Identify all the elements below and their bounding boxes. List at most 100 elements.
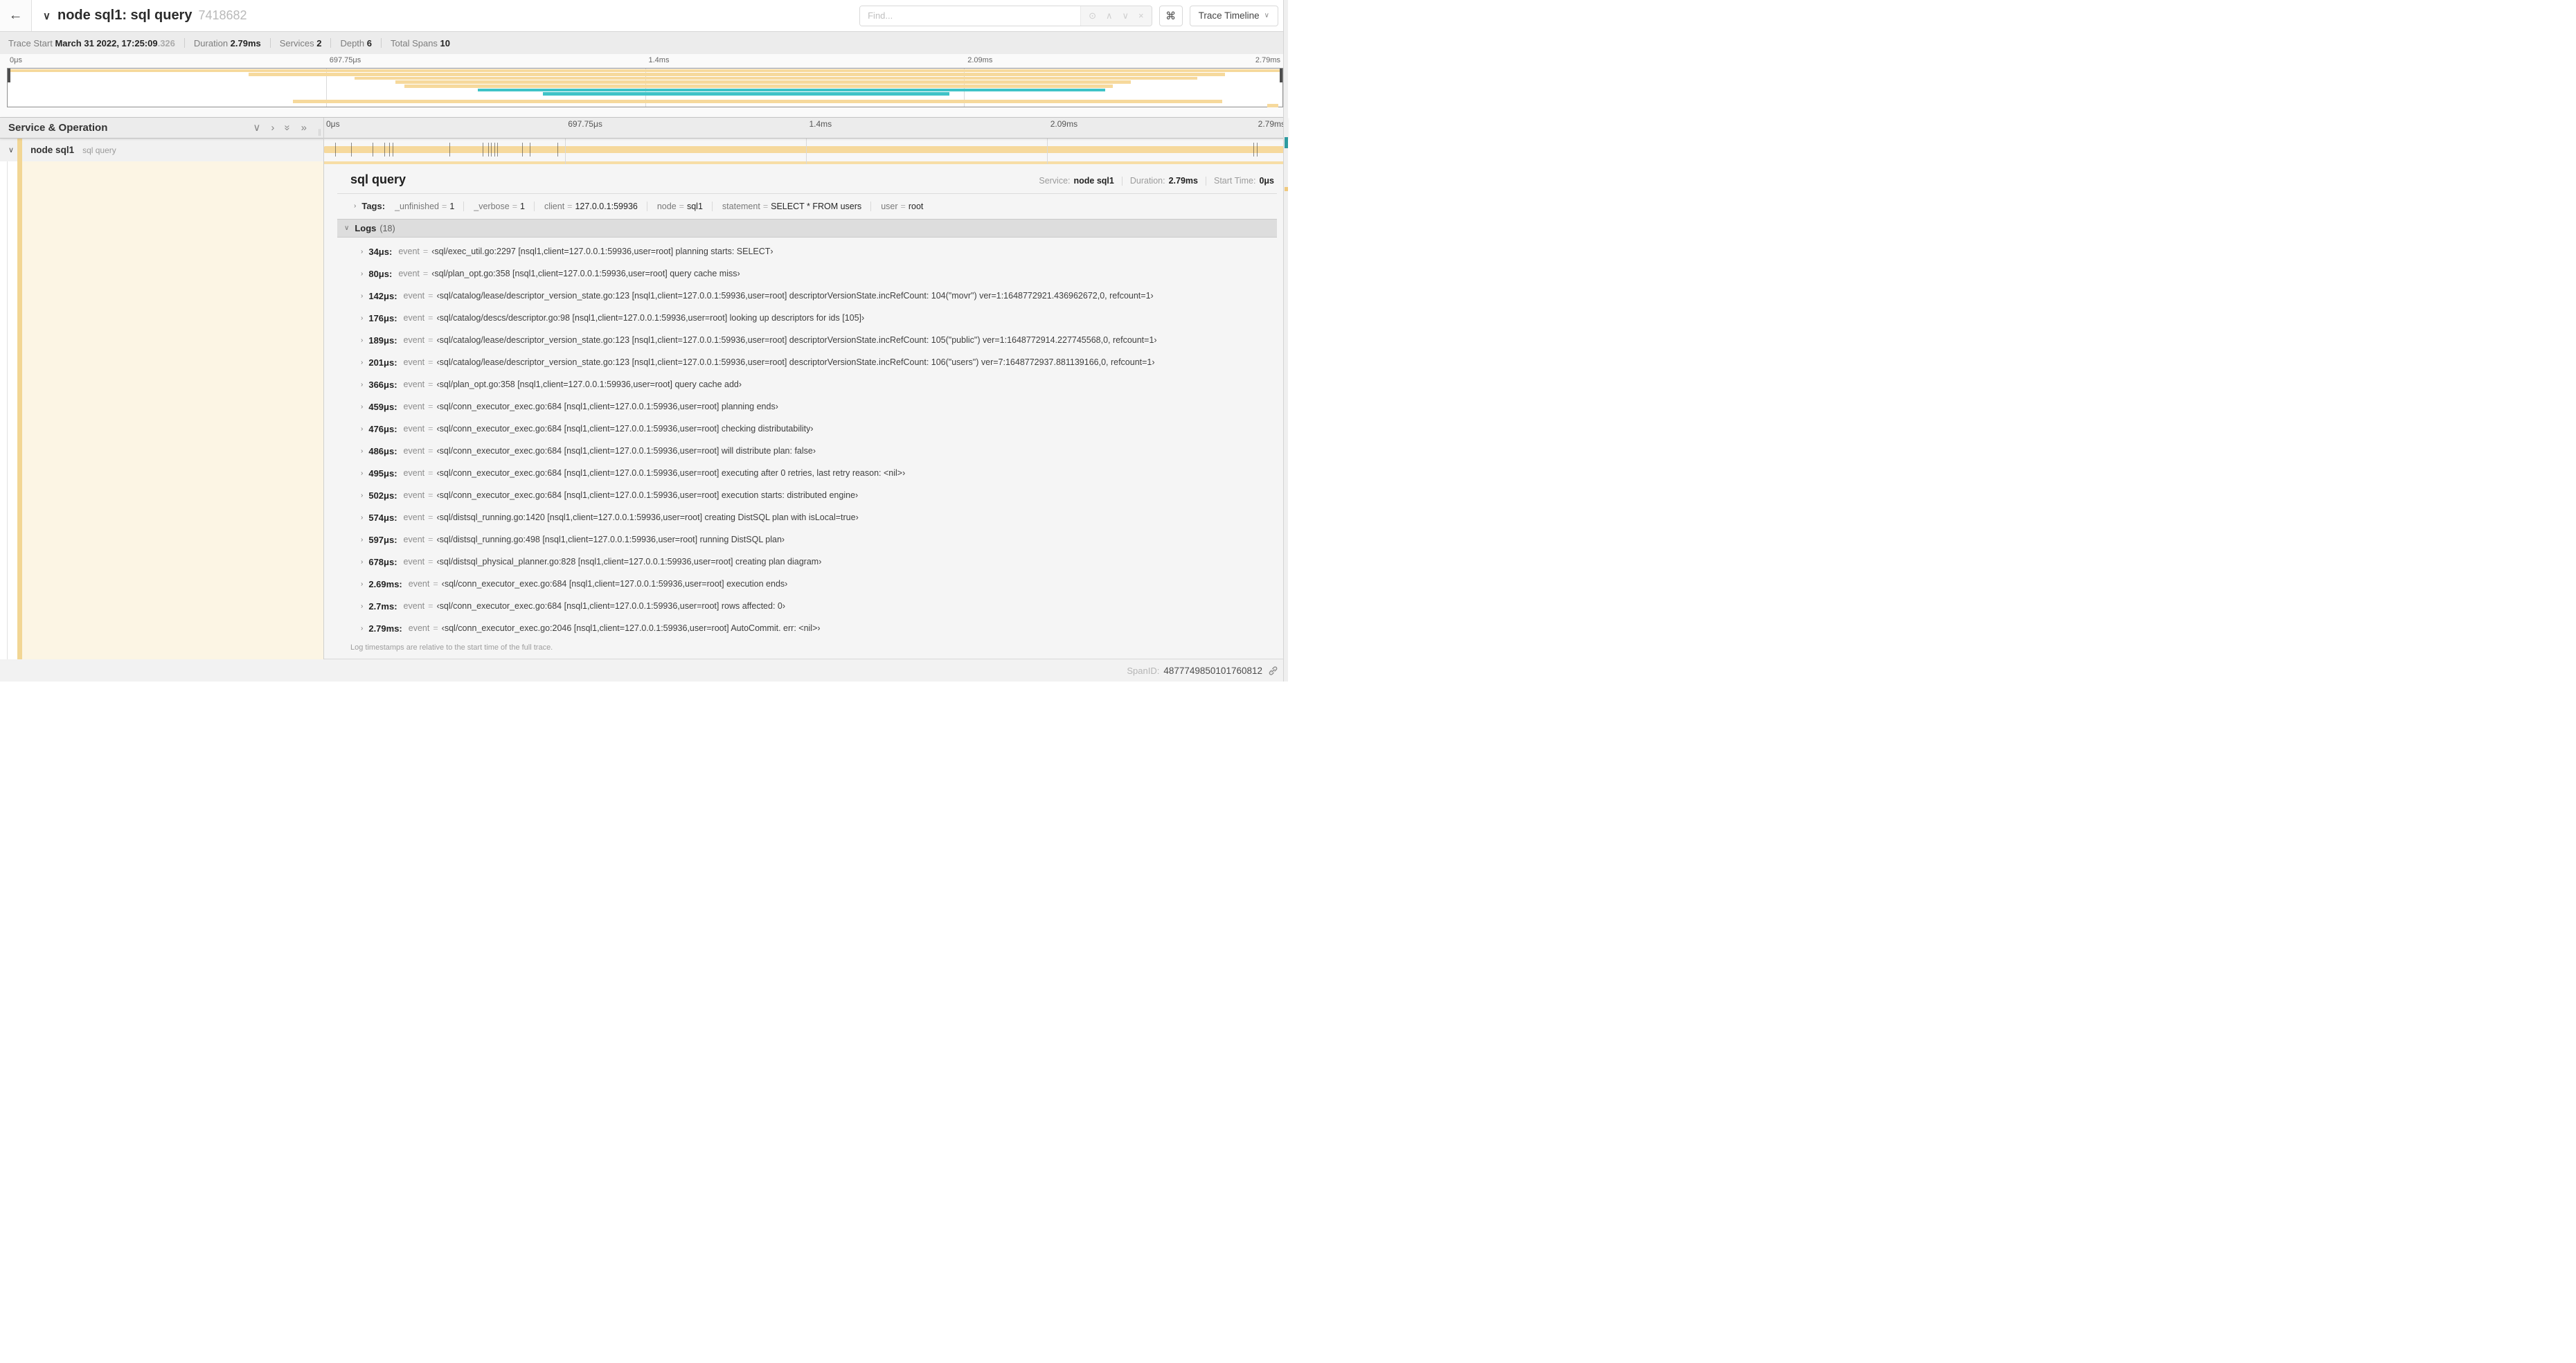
log-row[interactable]: › 80μs: event = ‹sql/plan_opt.go:358 [nsql1,… <box>337 262 1277 285</box>
chevron-right-icon: › <box>361 447 364 455</box>
log-timestamp: 366μs: <box>368 379 397 390</box>
trace-title: node sql1: sql query <box>57 8 193 23</box>
logs-count: (18) <box>379 223 395 233</box>
minimap-span <box>1267 104 1279 107</box>
keyboard-shortcuts-button[interactable]: ⌘ <box>1159 5 1183 26</box>
log-field-value: ‹sql/conn_executor_exec.go:684 [nsql1,cl… <box>436 402 778 411</box>
detail-meta-value: node sql1 <box>1073 176 1114 186</box>
span-bar-track[interactable] <box>323 139 1288 161</box>
chevron-right-icon: › <box>361 247 364 256</box>
trace-collapse-icon[interactable]: ∨ <box>43 10 51 22</box>
equals-sign: = <box>433 579 438 589</box>
span-detail-overview: Service: node sql1 Duration: 2.79ms Start Ti… <box>1039 176 1277 186</box>
equals-sign: = <box>428 291 433 301</box>
log-row[interactable]: › 502μs: event = ‹sql/conn_executor_exec.go:… <box>337 484 1277 506</box>
scrollbar[interactable] <box>1283 0 1288 682</box>
log-row[interactable]: › 476μs: event = ‹sql/conn_executor_exec.go:… <box>337 418 1277 440</box>
chevron-right-icon: › <box>361 558 364 566</box>
log-timestamp: 189μs: <box>368 335 397 346</box>
log-field-key: event <box>403 601 425 611</box>
log-row[interactable]: › 201μs: event = ‹sql/catalog/lease/descript… <box>337 351 1277 373</box>
log-timestamp: 486μs: <box>368 445 397 456</box>
divider <box>330 38 332 48</box>
span-name-cell[interactable]: ∨ node sql1 sql query <box>0 139 323 161</box>
find-group: ⊙∧∨× <box>859 5 1152 26</box>
viewrange-scrubber-left[interactable] <box>8 69 10 82</box>
chevron-down-icon: ∨ <box>344 224 350 232</box>
minimap-span <box>354 76 1197 80</box>
tag-item: _verbose = 1 <box>463 201 525 211</box>
expand-one-icon[interactable]: ∨ <box>253 123 260 133</box>
log-row[interactable]: › 486μs: event = ‹sql/conn_executor_exec.go:… <box>337 440 1277 462</box>
detail-left-fill <box>22 161 323 659</box>
log-row[interactable]: › 495μs: event = ‹sql/conn_executor_exec.go:… <box>337 462 1277 484</box>
log-marker-tick <box>1253 143 1254 157</box>
expand-all-icon[interactable]: » <box>282 125 294 130</box>
log-row[interactable]: › 142μs: event = ‹sql/catalog/lease/descript… <box>337 285 1277 307</box>
log-field-key: event <box>403 313 425 323</box>
log-field-key: event <box>408 579 430 589</box>
log-timestamp: 597μs: <box>368 534 397 545</box>
tags-accordion[interactable]: › Tags: _unfinished = 1 _verbose = 1 client = 12… <box>337 194 1277 217</box>
detail-meta-value: 2.79ms <box>1168 176 1198 186</box>
log-field-key: event <box>398 269 420 278</box>
log-row[interactable]: › 366μs: event = ‹sql/plan_opt.go:358 [nsql1… <box>337 373 1277 395</box>
spanid-label: SpanID: <box>1127 665 1160 676</box>
log-marker-tick <box>351 143 352 157</box>
log-field-key: event <box>403 357 425 367</box>
chevron-right-icon: › <box>361 336 364 344</box>
link-icon[interactable] <box>1268 666 1278 676</box>
log-row[interactable]: › 459μs: event = ‹sql/conn_executor_exec.go:… <box>337 395 1277 418</box>
minimap-canvas[interactable] <box>7 68 1283 107</box>
log-timestamp: 574μs: <box>368 512 397 523</box>
divider <box>381 38 382 48</box>
viewrange-scrubber-right[interactable] <box>1280 69 1282 82</box>
log-timestamp: 201μs: <box>368 357 397 368</box>
log-row[interactable]: › 2.69ms: event = ‹sql/conn_executor_exec.go… <box>337 573 1277 595</box>
collapse-all-icon[interactable]: » <box>301 123 307 133</box>
column-resize-grip[interactable]: ∥ <box>318 129 322 136</box>
trace-meta-item: Depth 6 <box>340 37 372 48</box>
chevron-right-icon: › <box>361 624 364 632</box>
span-collapse-icon[interactable]: ∨ <box>8 145 14 154</box>
log-row[interactable]: › 678μs: event = ‹sql/distsql_physical_plann… <box>337 551 1277 573</box>
log-field-value: ‹sql/conn_executor_exec.go:684 [nsql1,cl… <box>436 468 906 478</box>
log-row[interactable]: › 574μs: event = ‹sql/distsql_running.go:142… <box>337 506 1277 528</box>
chevron-right-icon: › <box>361 314 364 322</box>
chevron-right-icon: › <box>361 358 364 366</box>
chevron-right-icon: › <box>361 580 364 588</box>
log-field-key: event <box>403 291 425 301</box>
timeline-header-row: Service & Operation ∨ › » » ∥ 0μs 697.75μs 1.… <box>0 118 1288 139</box>
clear-search-icon[interactable]: × <box>1134 10 1149 21</box>
log-timestamp: 142μs: <box>368 290 397 301</box>
prev-result-icon[interactable]: ∧ <box>1101 10 1118 21</box>
logs-accordion-header[interactable]: ∨ Logs (18) <box>337 219 1277 238</box>
span-row[interactable]: ∨ node sql1 sql query <box>0 139 1288 161</box>
log-field-key: event <box>403 402 425 411</box>
locate-icon[interactable]: ⊙ <box>1084 10 1101 21</box>
minimap-span <box>478 88 1106 92</box>
log-row[interactable]: › 176μs: event = ‹sql/catalog/descs/descript… <box>337 307 1277 329</box>
indent-guide <box>7 161 8 659</box>
log-row[interactable]: › 597μs: event = ‹sql/distsql_running.go:498… <box>337 528 1277 551</box>
span-detail-panel: sql query Service: node sql1 Duration: 2.79… <box>324 164 1288 659</box>
log-row[interactable]: › 189μs: event = ‹sql/catalog/lease/descript… <box>337 329 1277 351</box>
tag-item: _unfinished = 1 <box>395 201 455 211</box>
span-duration-bar[interactable] <box>323 146 1288 153</box>
trace-minimap: 0μs 697.75μs 1.4ms 2.09ms 2.79ms <box>0 54 1288 118</box>
log-field-value: ‹sql/catalog/lease/descriptor_version_st… <box>436 357 1155 367</box>
next-result-icon[interactable]: ∨ <box>1118 10 1134 21</box>
log-row[interactable]: › 2.79ms: event = ‹sql/conn_executor_exec.go… <box>337 617 1277 639</box>
trace-view-selector[interactable]: Trace Timeline ∨ <box>1189 5 1278 26</box>
log-timestamps-note: Log timestamps are relative to the start… <box>350 643 553 652</box>
back-button[interactable]: ← <box>0 0 32 31</box>
timeline-header-left: Service & Operation ∨ › » » ∥ <box>0 118 323 138</box>
log-row[interactable]: › 2.7ms: event = ‹sql/conn_executor_exec.go:… <box>337 595 1277 617</box>
find-input[interactable] <box>860 6 1081 26</box>
span-detail-header[interactable]: sql query Service: node sql1 Duration: 2.79… <box>337 172 1277 187</box>
column-divider[interactable] <box>323 118 324 659</box>
log-row[interactable]: › 34μs: event = ‹sql/exec_util.go:2297 [nsql… <box>337 240 1277 262</box>
collapse-one-icon[interactable]: › <box>271 123 274 133</box>
log-timestamp: 34μs: <box>368 246 393 257</box>
time-tick-label: 697.75μs <box>329 56 361 64</box>
